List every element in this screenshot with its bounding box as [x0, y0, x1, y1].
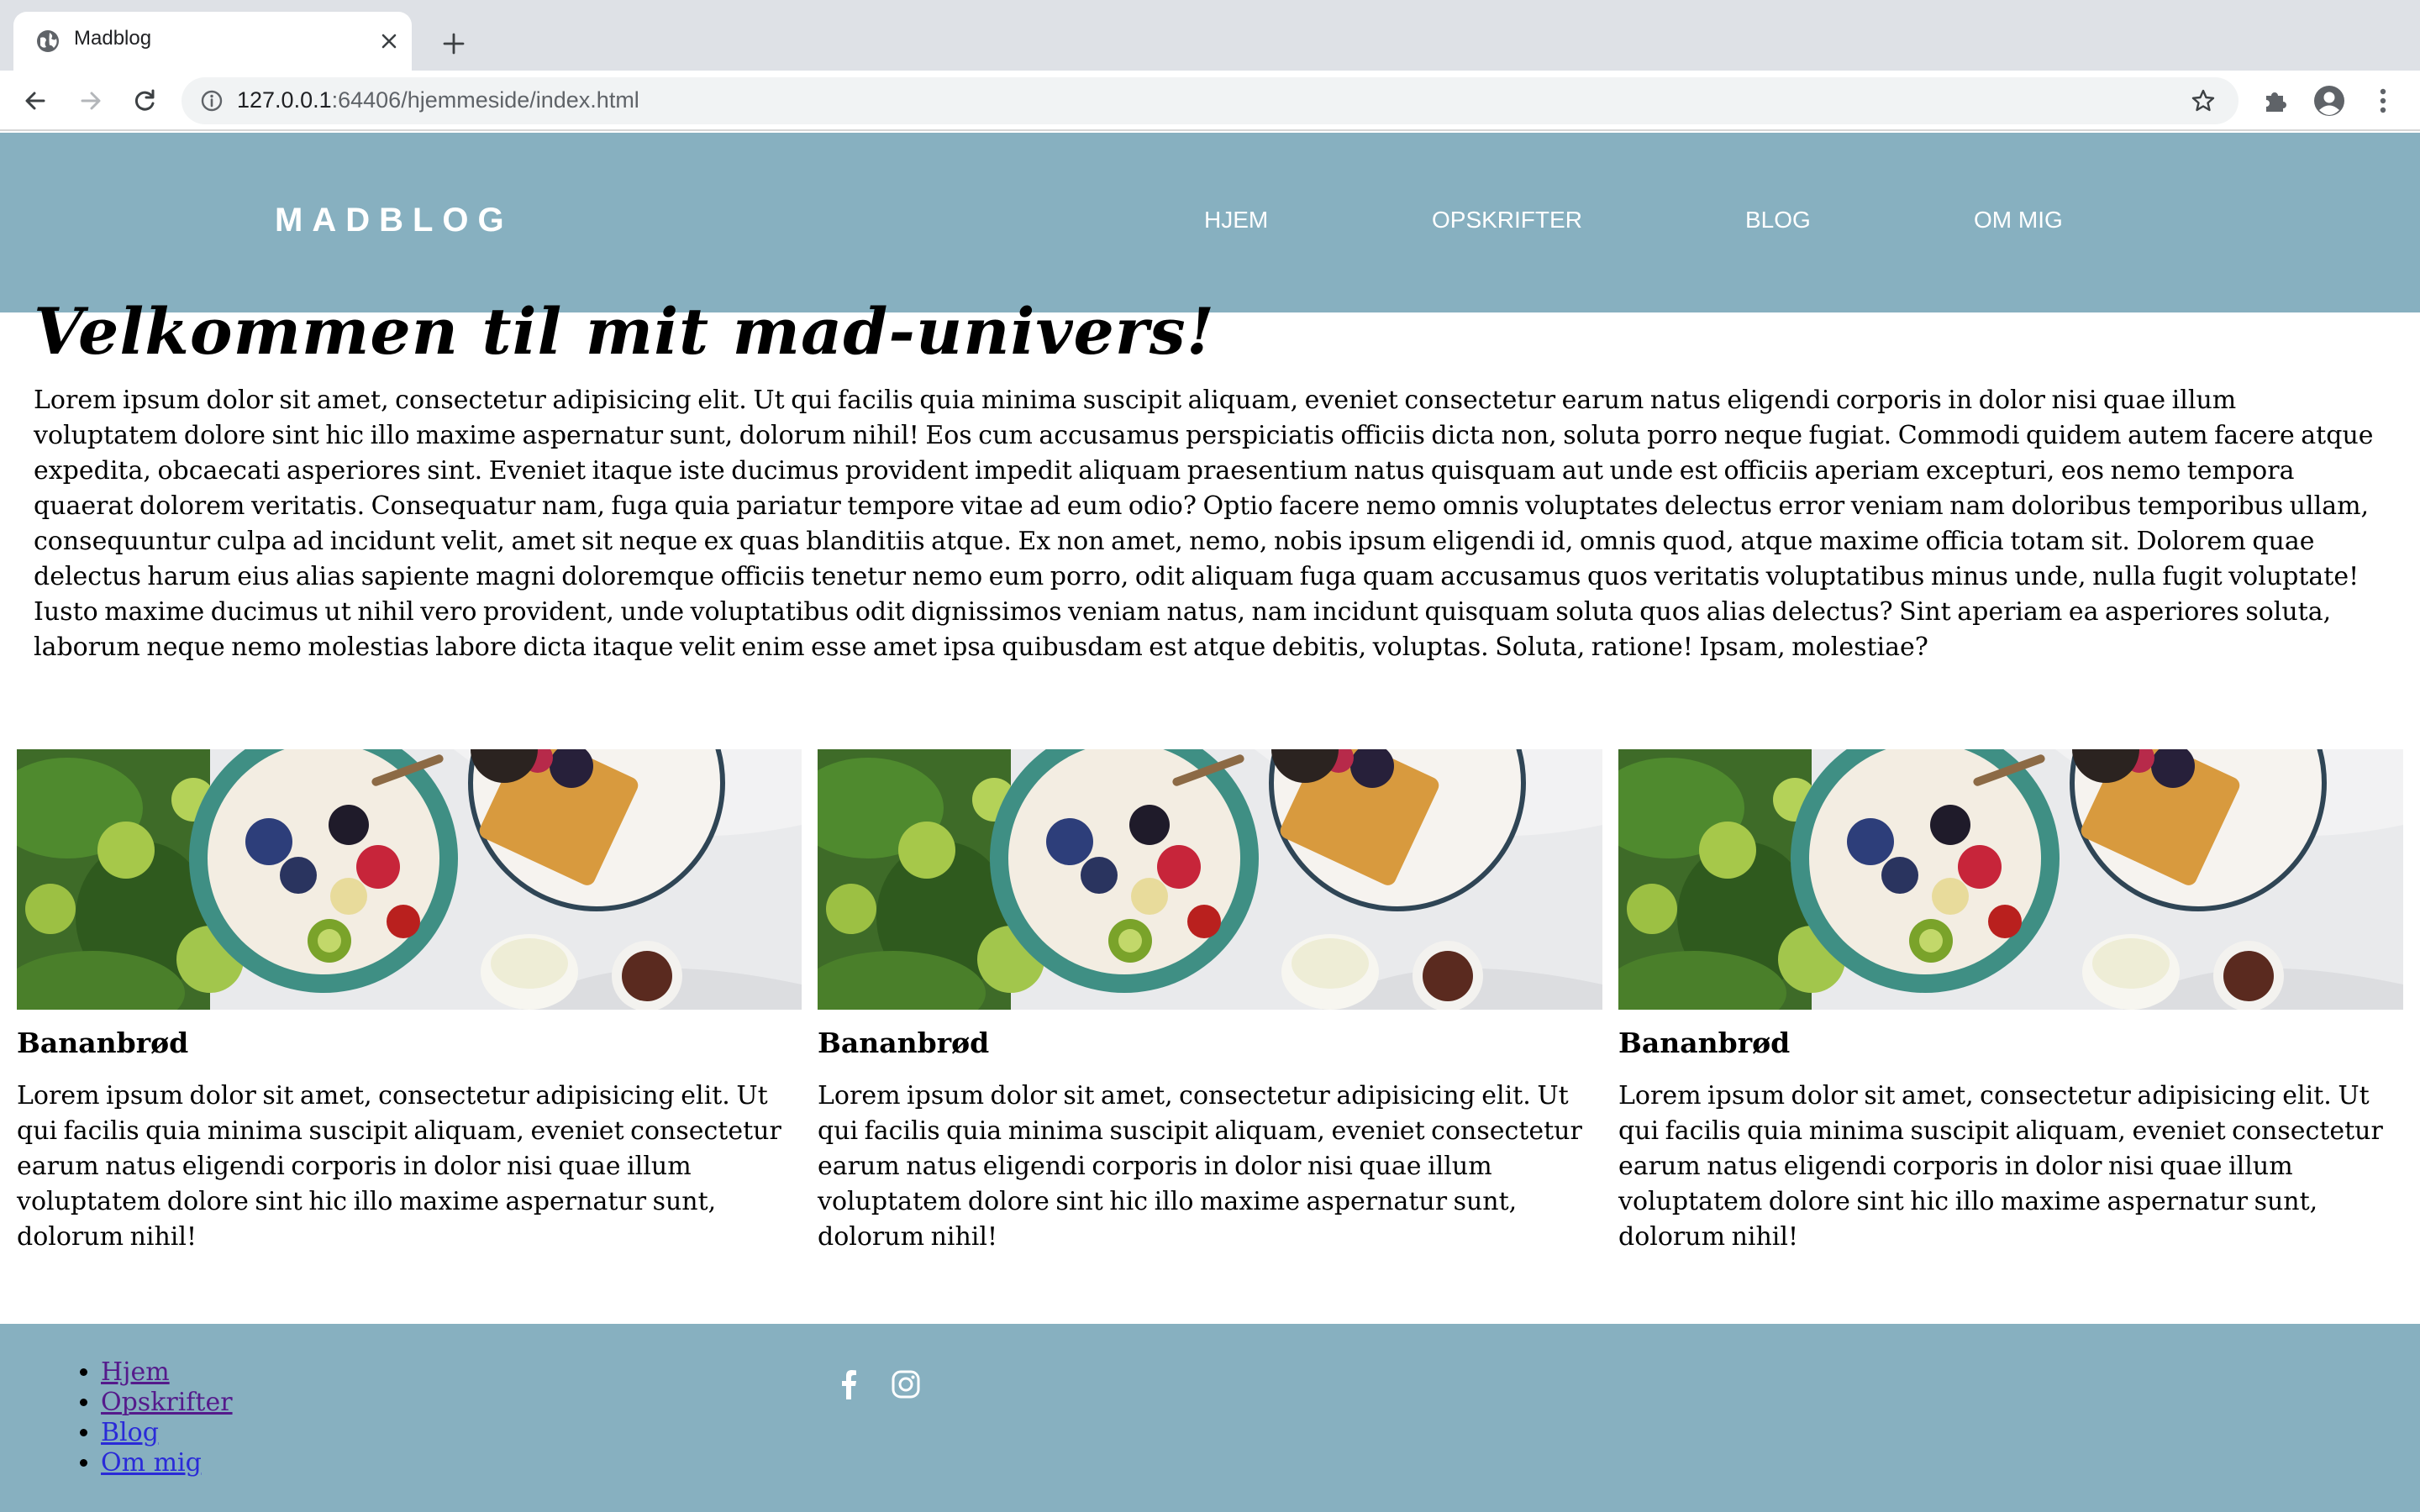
food-photo [17, 749, 802, 1010]
page-title: Velkommen til mit mad-univers! [34, 294, 1216, 369]
close-icon[interactable] [376, 29, 402, 54]
star-icon[interactable] [2190, 87, 2217, 114]
site-footer: Hjem Opskrifter Blog Om mig [0, 1324, 2420, 1512]
more-menu-icon[interactable] [2366, 84, 2400, 118]
card-text: Lorem ipsum dolor sit amet, consectetur … [1618, 1081, 2383, 1252]
browser-tab[interactable]: Madblog [13, 12, 412, 71]
reload-icon[interactable] [128, 84, 161, 118]
footer-list-item: Opskrifter [101, 1388, 233, 1418]
url-text: 127.0.0.1:64406/hjemmeside/index.html [237, 87, 639, 113]
forward-arrow-icon[interactable] [74, 84, 108, 118]
footer-list-item: Hjem [101, 1357, 233, 1388]
footer-list-item: Om mig [101, 1448, 233, 1478]
footer-link-om-mig[interactable]: Om mig [101, 1448, 202, 1478]
info-icon[interactable] [200, 89, 224, 113]
nav-item-opskrifter[interactable]: OPSKRIFTER [1432, 207, 1582, 234]
nav-item-blog[interactable]: BLOG [1745, 207, 1811, 234]
footer-nav: Hjem Opskrifter Blog Om mig [77, 1357, 233, 1478]
site-logo[interactable]: MADBLOG [275, 202, 513, 239]
intro-paragraph: Lorem ipsum dolor sit amet, consectetur … [34, 386, 2374, 662]
tab-title: Madblog [74, 27, 152, 50]
nav-item-hjem[interactable]: HJEM [1204, 207, 1268, 234]
nav-item-om-mig[interactable]: OM MIG [1974, 207, 2063, 234]
footer-link-opskrifter[interactable]: Opskrifter [101, 1388, 233, 1417]
food-photo [818, 749, 1602, 1010]
address-bar[interactable]: 127.0.0.1:64406/hjemmeside/index.html [182, 77, 2238, 124]
new-tab-plus-icon[interactable] [437, 27, 471, 60]
back-arrow-icon[interactable] [18, 84, 52, 118]
card-title[interactable]: Bananbrød [1618, 1025, 1790, 1062]
recipe-card: Bananbrød Lorem ipsum dolor sit amet, co… [1618, 749, 2403, 1252]
site-header: MADBLOG HJEM OPSKRIFTER BLOG OM MIG [0, 133, 2420, 312]
profile-avatar-icon[interactable] [2312, 84, 2346, 118]
url-path: :64406/hjemmeside/index.html [331, 87, 639, 113]
facebook-icon[interactable] [832, 1368, 865, 1401]
globe-icon [35, 29, 60, 54]
browser-tabstrip: Madblog [0, 0, 2420, 71]
extensions-puzzle-icon[interactable] [2259, 84, 2292, 118]
footer-link-blog[interactable]: Blog [101, 1418, 159, 1447]
recipe-card: Bananbrød Lorem ipsum dolor sit amet, co… [17, 749, 802, 1252]
instagram-icon[interactable] [889, 1368, 923, 1401]
card-text: Lorem ipsum dolor sit amet, consectetur … [818, 1081, 1582, 1252]
card-text: Lorem ipsum dolor sit amet, consectetur … [17, 1081, 781, 1252]
food-photo [1618, 749, 2403, 1010]
browser-toolbar: 127.0.0.1:64406/hjemmeside/index.html [0, 71, 2420, 131]
card-title[interactable]: Bananbrød [818, 1025, 989, 1062]
footer-list-item: Blog [101, 1418, 233, 1448]
card-title[interactable]: Bananbrød [17, 1025, 188, 1062]
footer-link-hjem[interactable]: Hjem [101, 1357, 170, 1387]
recipe-card: Bananbrød Lorem ipsum dolor sit amet, co… [818, 749, 1602, 1252]
url-host: 127.0.0.1 [237, 87, 332, 113]
